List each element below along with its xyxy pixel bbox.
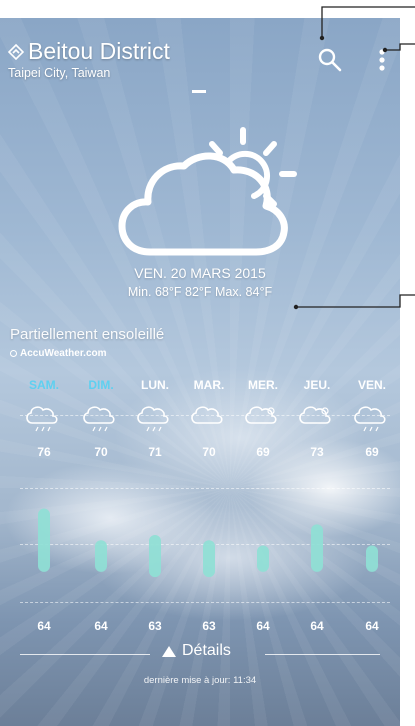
forecast-bar <box>203 540 215 578</box>
cloudy-icon <box>191 406 223 424</box>
forecast-bar <box>257 545 269 572</box>
forecast-low-value: 64 <box>94 619 108 633</box>
forecast-bar <box>149 534 161 578</box>
forecast-low-value: 64 <box>310 619 324 633</box>
details-divider-left <box>20 654 150 655</box>
forecast-high-value: 71 <box>148 445 162 459</box>
details-label: Détails <box>182 642 231 659</box>
details-divider-right <box>265 654 380 655</box>
forecast-high-value: 73 <box>310 445 324 459</box>
forecast-high-value: 69 <box>256 445 270 459</box>
forecast-high-value: 70 <box>202 445 216 459</box>
details-button[interactable]: Détails <box>162 642 231 660</box>
forecast-low-value: 64 <box>37 619 51 633</box>
showers-icon <box>83 406 115 432</box>
last-updated: dernière mise à jour: 11:34 <box>143 675 257 686</box>
partly-sunny-icon <box>245 406 277 424</box>
expand-up-icon <box>162 645 176 657</box>
forecast-bar <box>311 524 323 572</box>
details-row: Détails <box>0 640 400 668</box>
forecast-bar <box>95 540 107 572</box>
forecast-low-value: 63 <box>202 619 216 633</box>
showers-icon <box>137 406 169 432</box>
showers-icon <box>26 406 58 432</box>
forecast-bar <box>366 545 378 572</box>
forecast-high-value: 70 <box>94 445 108 459</box>
showers-icon <box>354 406 386 432</box>
forecast-high-value: 76 <box>37 445 51 459</box>
forecast-bar <box>38 508 50 572</box>
forecast-chart: 76 64 70 64 71 63 70 63 69 64 73 64 69 64 <box>26 406 386 633</box>
forecast-low-value: 63 <box>148 619 162 633</box>
forecast-low-value: 64 <box>365 619 379 633</box>
partly-sunny-icon <box>299 406 331 424</box>
weather-screen: Beitou District Taipei City, Taiwan VEN.… <box>0 18 400 726</box>
forecast-low-value: 64 <box>256 619 270 633</box>
forecast-high-value: 69 <box>365 445 379 459</box>
